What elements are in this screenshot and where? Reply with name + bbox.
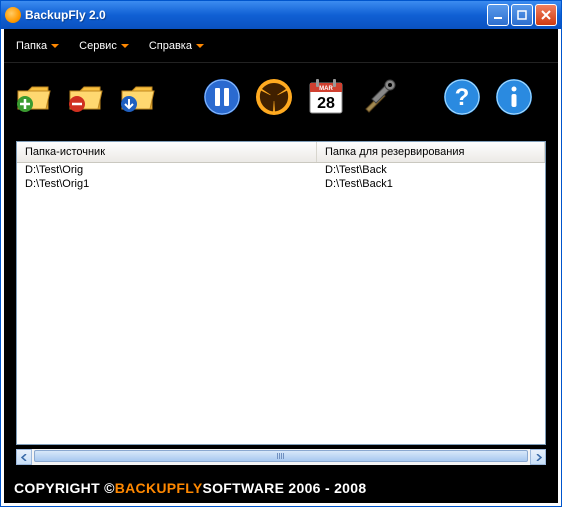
burn-button[interactable] — [254, 77, 294, 117]
footer-suffix: SOFTWARE 2006 - 2008 — [202, 480, 366, 496]
table-row[interactable]: D:\Test\Orig1 D:\Test\Back1 — [17, 177, 545, 191]
tools-icon — [358, 77, 398, 117]
app-icon — [5, 7, 21, 23]
menu-service[interactable]: Сервис — [79, 40, 129, 52]
cell-backup: D:\Test\Back — [317, 163, 545, 177]
footer: COPYRIGHT © BACKUPFLY SOFTWARE 2006 - 20… — [4, 473, 558, 503]
about-button[interactable] — [494, 77, 534, 117]
title-bar: BackupFly 2.0 — [1, 1, 561, 29]
minimize-icon — [493, 10, 503, 20]
help-button[interactable]: ? — [442, 77, 482, 117]
radiation-icon — [254, 77, 294, 117]
chevron-left-icon — [21, 454, 28, 461]
folder-plus-icon — [14, 77, 54, 117]
caret-down-icon — [51, 44, 59, 48]
close-icon — [541, 10, 551, 20]
menu-label: Сервис — [79, 40, 117, 52]
menu-bar: Папка Сервис Справка — [4, 29, 558, 63]
maximize-icon — [517, 10, 527, 20]
menu-help[interactable]: Справка — [149, 40, 204, 52]
folder-table[interactable]: Папка-источник Папка для резервирования … — [16, 141, 546, 445]
table-row[interactable]: D:\Test\Orig D:\Test\Back — [17, 163, 545, 177]
cell-source: D:\Test\Orig — [17, 163, 317, 177]
svg-text:?: ? — [455, 84, 470, 111]
add-folder-button[interactable] — [14, 77, 54, 117]
scroll-left-button[interactable] — [16, 449, 32, 465]
horizontal-scrollbar[interactable] — [16, 449, 546, 465]
chevron-right-icon — [535, 454, 542, 461]
calendar-icon: MAR 28 — [306, 77, 346, 117]
menu-folder[interactable]: Папка — [16, 40, 59, 52]
info-icon — [494, 77, 534, 117]
scroll-thumb[interactable] — [34, 450, 528, 462]
cell-source: D:\Test\Orig1 — [17, 177, 317, 191]
scroll-track[interactable] — [32, 449, 530, 465]
cell-backup: D:\Test\Back1 — [317, 177, 545, 191]
maximize-button[interactable] — [511, 4, 533, 26]
folder-minus-icon — [66, 77, 106, 117]
download-folder-button[interactable] — [118, 77, 158, 117]
pause-button[interactable] — [202, 77, 242, 117]
footer-prefix: COPYRIGHT © — [14, 480, 115, 496]
menu-label: Папка — [16, 40, 47, 52]
column-header-backup[interactable]: Папка для резервирования — [317, 142, 545, 162]
caret-down-icon — [196, 44, 204, 48]
schedule-button[interactable]: MAR 28 — [306, 77, 346, 117]
svg-text:MAR: MAR — [319, 86, 333, 92]
caret-down-icon — [121, 44, 129, 48]
question-icon: ? — [442, 77, 482, 117]
minimize-button[interactable] — [487, 4, 509, 26]
window-title: BackupFly 2.0 — [25, 8, 485, 22]
scroll-right-button[interactable] — [530, 449, 546, 465]
settings-button[interactable] — [358, 77, 398, 117]
pause-icon — [202, 77, 242, 117]
menu-label: Справка — [149, 40, 192, 52]
remove-folder-button[interactable] — [66, 77, 106, 117]
footer-brand: BACKUPFLY — [115, 480, 203, 496]
toolbar: MAR 28 ? — [4, 63, 558, 131]
close-button[interactable] — [535, 4, 557, 26]
svg-text:28: 28 — [317, 95, 335, 112]
folder-down-icon — [118, 77, 158, 117]
column-header-source[interactable]: Папка-источник — [17, 142, 317, 162]
